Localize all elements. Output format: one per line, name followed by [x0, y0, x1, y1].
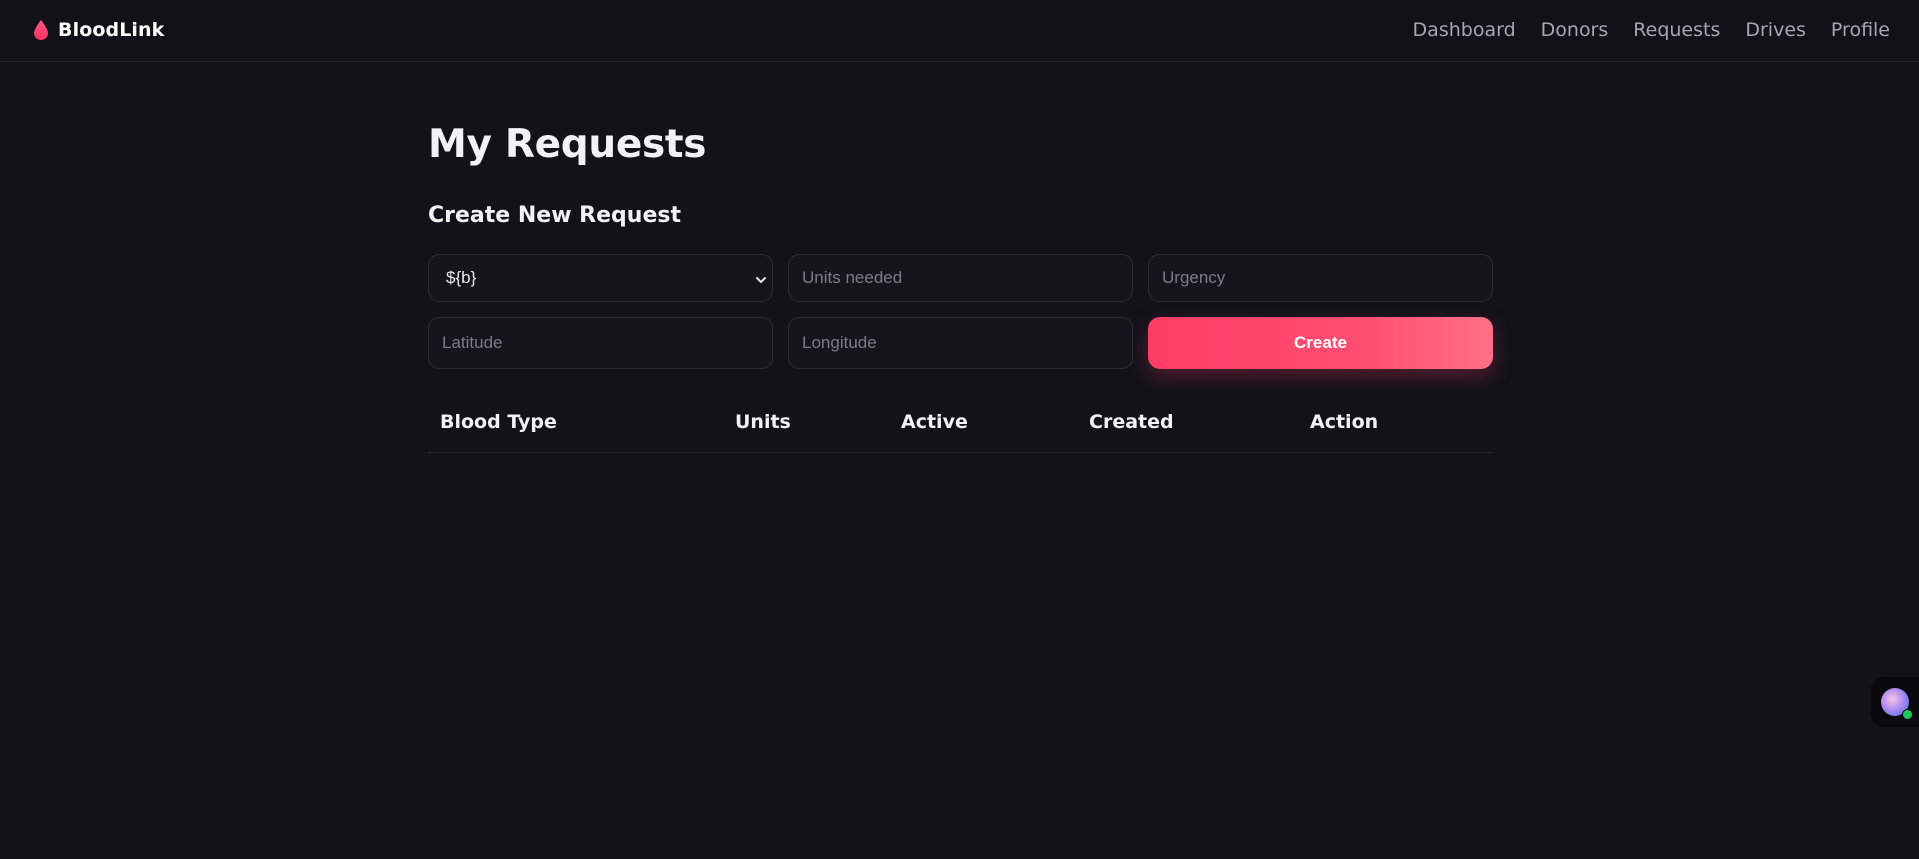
page-title: My Requests: [428, 122, 707, 167]
create-button[interactable]: Create: [1148, 317, 1493, 369]
requests-table: Blood Type Units Active Created Action: [428, 392, 1493, 453]
brand-name: BloodLink: [58, 19, 165, 41]
main-nav: Dashboard Donors Requests Drives Profile: [1413, 18, 1890, 42]
urgency-input[interactable]: [1148, 254, 1493, 302]
assistant-launcher[interactable]: [1871, 677, 1919, 727]
nav-donors[interactable]: Donors: [1541, 19, 1609, 41]
chevron-down-icon: [754, 272, 768, 291]
nav-profile[interactable]: Profile: [1831, 19, 1890, 41]
column-header-created: Created: [1089, 411, 1174, 433]
column-header-blood-type: Blood Type: [440, 411, 557, 433]
units-needed-input[interactable]: [788, 254, 1133, 302]
brand[interactable]: BloodLink: [34, 17, 164, 43]
blood-type-select[interactable]: ${b}: [428, 254, 773, 302]
blood-drop-icon: [34, 20, 48, 40]
top-navbar: BloodLink Dashboard Donors Requests Driv…: [0, 0, 1919, 62]
column-header-active: Active: [901, 411, 968, 433]
nav-dashboard[interactable]: Dashboard: [1413, 19, 1516, 41]
column-header-units: Units: [735, 411, 791, 433]
latitude-input[interactable]: [428, 317, 773, 369]
nav-requests[interactable]: Requests: [1633, 19, 1720, 41]
create-request-heading: Create New Request: [428, 203, 681, 228]
online-status-icon: [1902, 709, 1913, 720]
column-header-action: Action: [1310, 411, 1379, 433]
nav-drives[interactable]: Drives: [1745, 19, 1806, 41]
blood-type-select-value: ${b}: [446, 268, 477, 287]
longitude-input[interactable]: [788, 317, 1133, 369]
